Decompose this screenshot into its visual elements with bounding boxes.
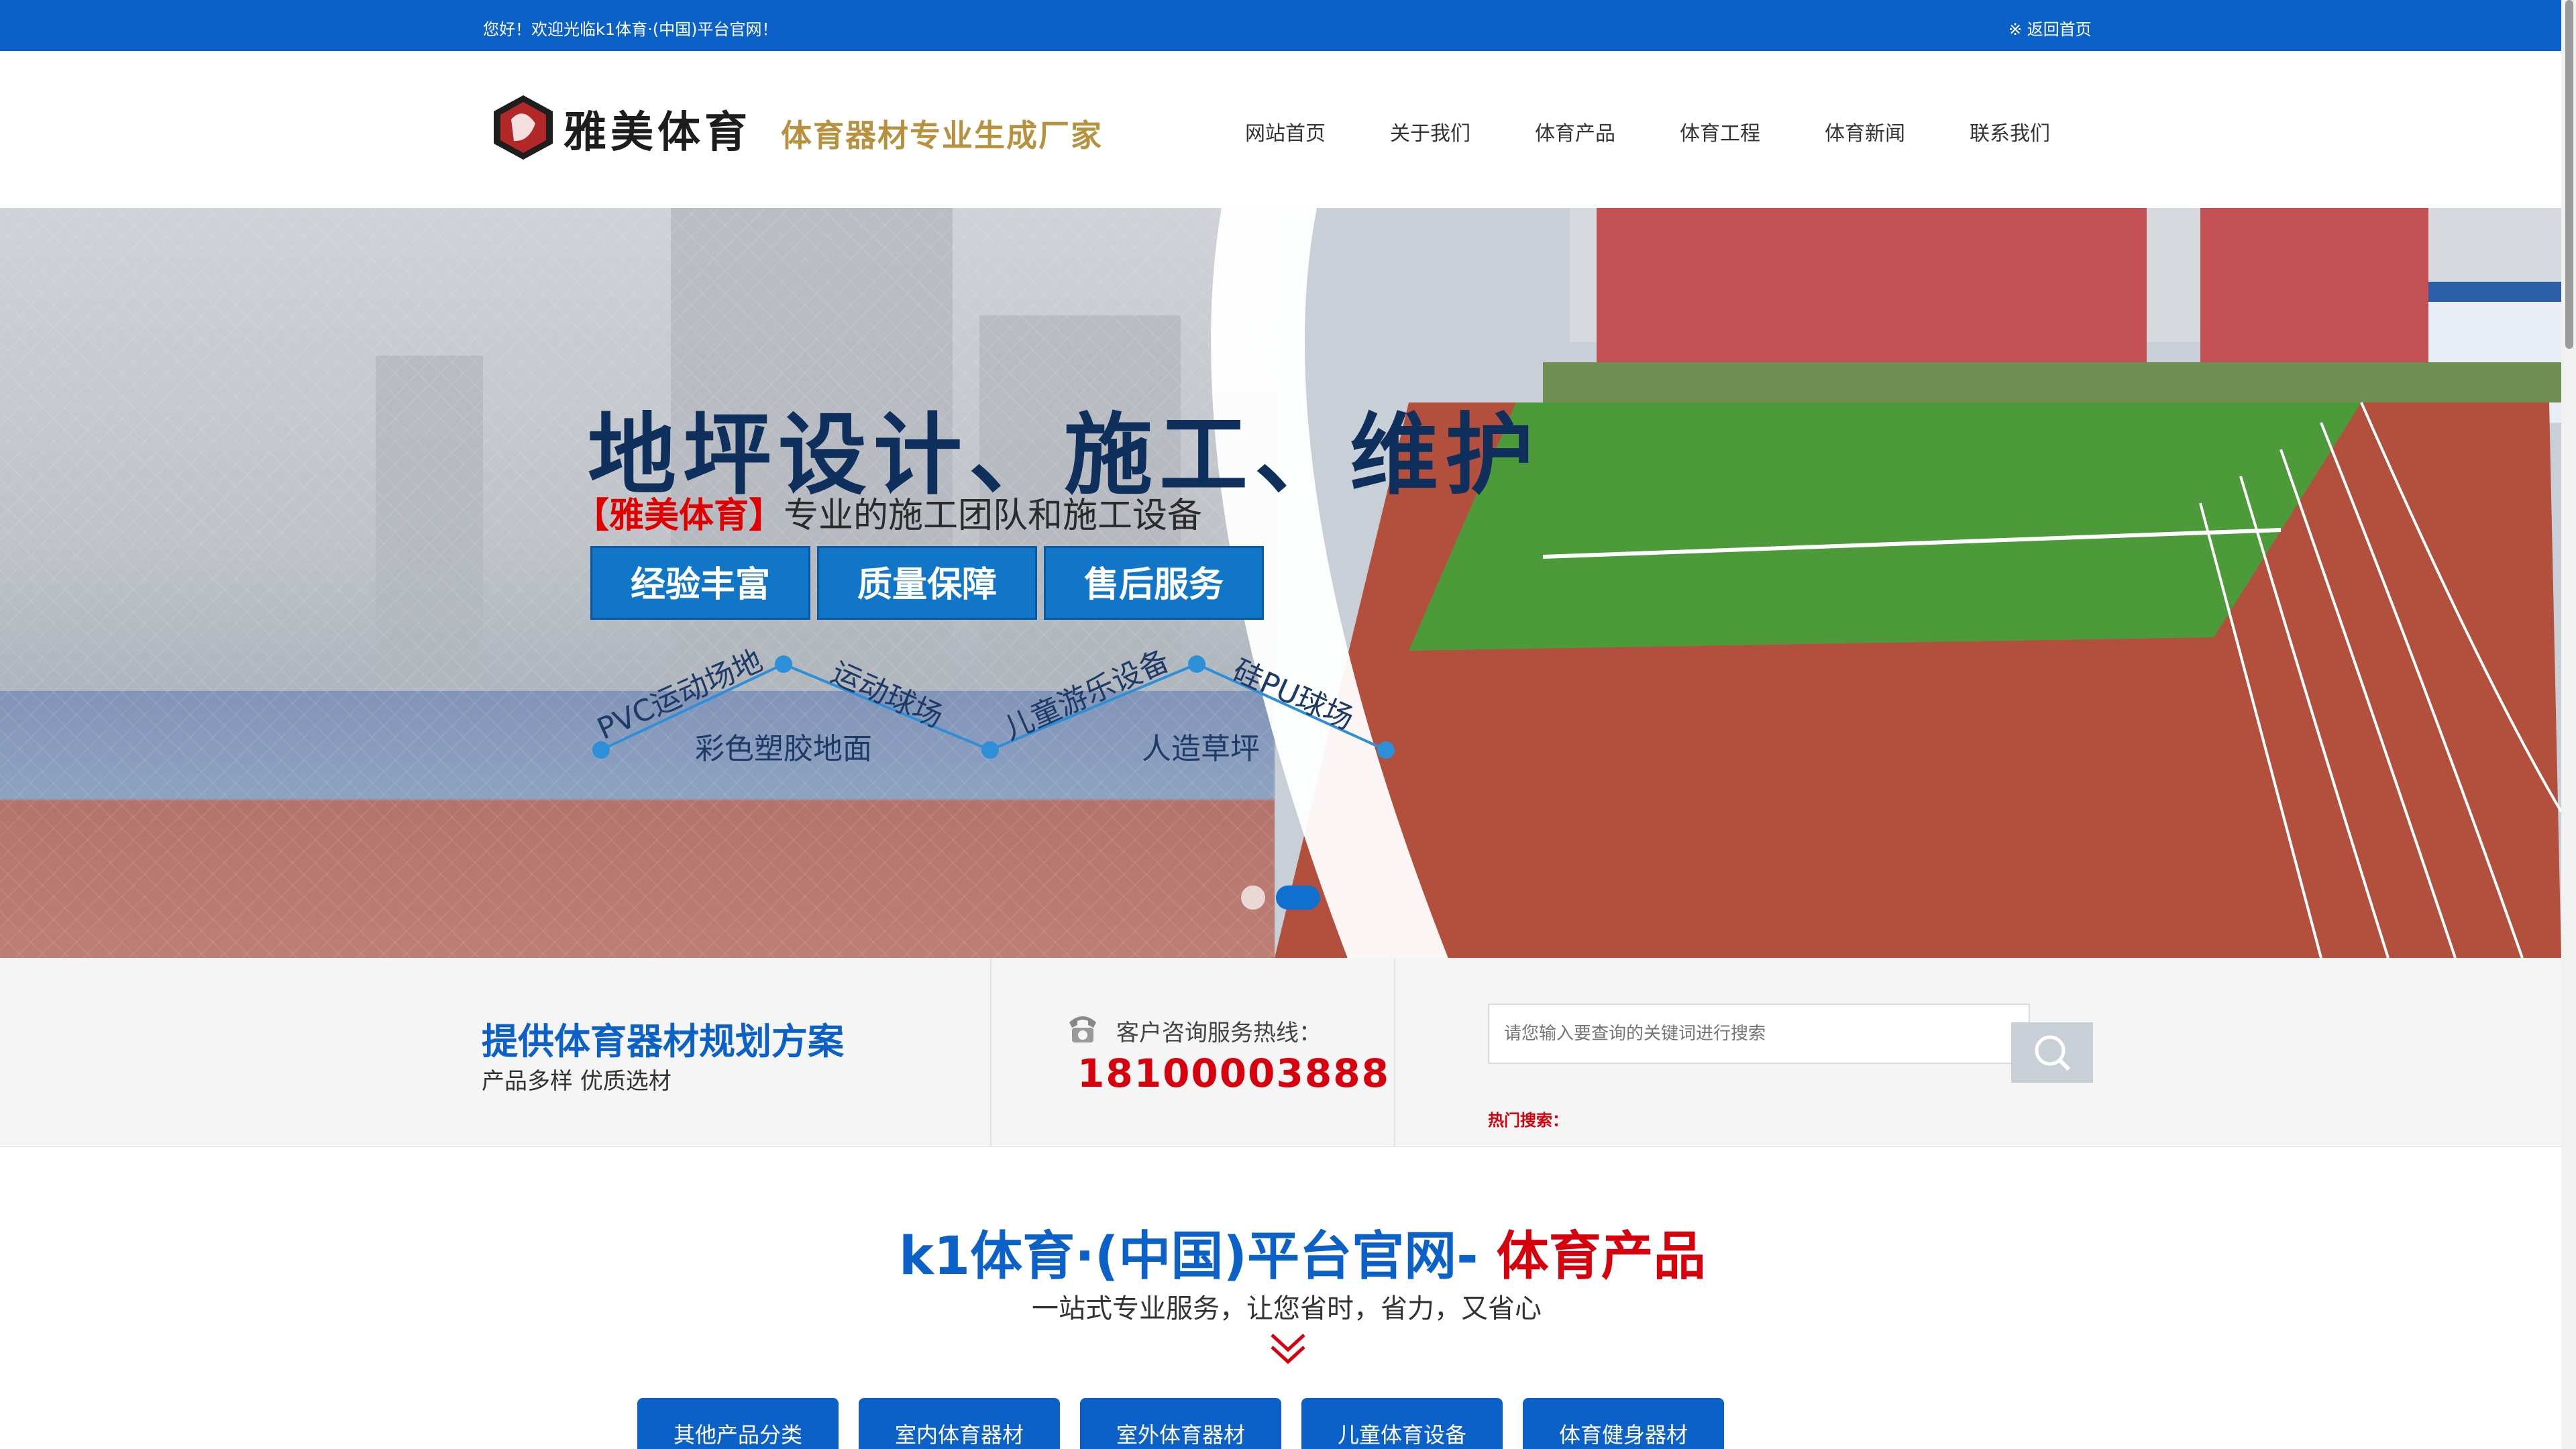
slider-dots (1241, 885, 1320, 910)
scrollbar-thumb[interactable] (2565, 0, 2573, 349)
search-button[interactable] (2011, 1022, 2093, 1083)
section-subtitle: 一站式专业服务，让您省时，省力，又省心 (1032, 1293, 1542, 1324)
tab-indoor-equipment[interactable]: 室内体育器材 (859, 1398, 1060, 1449)
slider-dot-2[interactable] (1276, 885, 1320, 910)
banner-brand: 【雅美体育】 (574, 496, 784, 536)
search-icon (2035, 1035, 2071, 1071)
welcome-text: 您好！欢迎光临k1体育·(中国)平台官网！ (483, 20, 778, 39)
product-category-tabs: 其他产品分类 室内体育器材 室外体育器材 儿童体育设备 体育健身器材 (637, 1398, 1724, 1449)
section-title-blue: k1体育·(中国)平台官网- (899, 1226, 1497, 1287)
tab-outdoor-equipment[interactable]: 室外体育器材 (1080, 1398, 1281, 1449)
tag-experience: 经验丰富 (590, 546, 810, 620)
plan-title: 提供体育器材规划方案 (482, 1020, 844, 1063)
logo-emblem-icon (494, 95, 553, 160)
top-bar: 您好！欢迎光临k1体育·(中国)平台官网！ ※ 返回首页 (0, 0, 2576, 51)
chevron-down-icon (1271, 1334, 1305, 1364)
banner-subtitle-text: 专业的施工团队和施工设备 (784, 496, 1203, 536)
tab-children-equipment[interactable]: 儿童体育设备 (1301, 1398, 1503, 1449)
search-input[interactable] (1488, 1004, 2030, 1064)
feature-color-floor: 彩色塑胶地面 (695, 732, 872, 766)
hotline-label: 客户咨询服务热线： (1116, 1020, 1322, 1046)
tab-other-products[interactable]: 其他产品分类 (637, 1398, 839, 1449)
hero-banner[interactable]: 地坪设计、施工、维护 【雅美体育】专业的施工团队和施工设备 经验丰富 质量保障 … (0, 208, 2561, 958)
info-strip: 提供体育器材规划方案 产品多样 优质选材 客户咨询服务热线： 181000038… (0, 958, 2561, 1147)
banner-tags: 经验丰富 质量保障 售后服务 (590, 546, 1264, 620)
phone-icon (1069, 1016, 1096, 1042)
tag-after-sales: 售后服务 (1044, 546, 1264, 620)
logo-name: 雅美体育 (564, 107, 751, 158)
nav-item-news[interactable]: 体育新闻 (1825, 117, 1970, 146)
nav-item-about[interactable]: 关于我们 (1390, 117, 1535, 146)
section-title-red: 体育产品 (1496, 1226, 1706, 1287)
nav-item-products[interactable]: 体育产品 (1535, 117, 1680, 146)
nav-item-contact[interactable]: 联系我们 (1970, 117, 2114, 146)
site-header: 雅美体育 体育器材专业生成厂家 网站首页 关于我们 体育产品 体育工程 体育新闻… (0, 51, 2561, 208)
feature-connector-lines (592, 208, 1448, 958)
hot-search-label: 热门搜索： (1488, 1111, 1568, 1130)
slider-dot-1[interactable] (1241, 885, 1265, 910)
tab-fitness-equipment[interactable]: 体育健身器材 (1523, 1398, 1724, 1449)
logo-slogan: 体育器材专业生成厂家 (781, 117, 1103, 154)
back-home-link[interactable]: ※ 返回首页 (2008, 16, 2092, 40)
hotline-number[interactable]: 18100003888 (1077, 1051, 1390, 1096)
page-scrollbar[interactable] (2561, 0, 2576, 1449)
nav-item-home[interactable]: 网站首页 (1245, 117, 1390, 146)
tag-quality: 质量保障 (817, 546, 1037, 620)
site-logo[interactable]: 雅美体育 体育器材专业生成厂家 (488, 89, 1132, 169)
banner-subtitle: 【雅美体育】专业的施工团队和施工设备 (574, 487, 1202, 537)
section-title: k1体育·(中国)平台官网- 体育产品 (899, 1214, 1706, 1289)
main-nav: 网站首页 关于我们 体育产品 体育工程 体育新闻 联系我们 (1245, 117, 2114, 146)
nav-item-engineering[interactable]: 体育工程 (1680, 117, 1825, 146)
plan-subtitle: 产品多样 优质选材 (482, 1068, 672, 1095)
feature-artificial-turf: 人造草坪 (1142, 732, 1260, 766)
